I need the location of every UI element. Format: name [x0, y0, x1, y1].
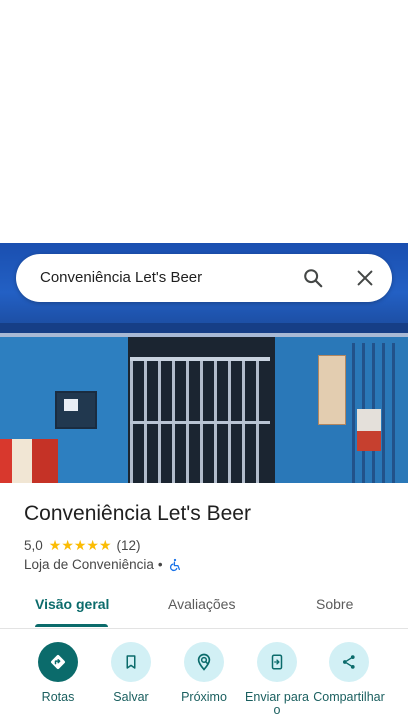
nearby-label: Próximo: [181, 690, 227, 704]
category-row: Loja de Conveniência •: [24, 557, 182, 572]
directions-icon: [51, 655, 65, 669]
nearby-circle: [184, 642, 224, 682]
directions-circle: [38, 642, 78, 682]
place-tabs: Visão geral Avaliações Sobre: [0, 586, 408, 629]
rating-stars: ★★★★★: [48, 537, 112, 553]
directions-button[interactable]: Rotas: [22, 642, 94, 704]
map-area[interactable]: [0, 0, 408, 243]
nearby-icon: [197, 653, 211, 671]
share-button[interactable]: Compartilhar: [313, 642, 385, 704]
close-icon[interactable]: [354, 267, 376, 289]
photo-gate-bar: [130, 357, 270, 361]
share-circle: [329, 642, 369, 682]
rating-row[interactable]: 5,0 ★★★★★ (12): [24, 537, 141, 554]
photo-poster-red: [357, 431, 381, 451]
tab-about[interactable]: Sobre: [316, 596, 353, 612]
photo-promo-sign: [0, 439, 12, 483]
place-title: Conveniência Let's Beer: [24, 502, 251, 525]
save-button[interactable]: Salvar: [95, 642, 167, 704]
place-category[interactable]: Loja de Conveniência: [24, 557, 154, 572]
share-icon: [343, 655, 355, 669]
search-input[interactable]: Conveniência Let's Beer: [40, 269, 202, 286]
send-to-phone-button[interactable]: Enviar para o: [241, 642, 313, 717]
active-tab-indicator: [35, 624, 108, 627]
search-bar[interactable]: Conveniência Let's Beer: [16, 254, 392, 302]
share-label: Compartilhar: [313, 690, 385, 704]
rating-value: 5,0: [24, 538, 43, 553]
nearby-button[interactable]: Próximo: [168, 642, 240, 704]
send-to-phone-icon: [271, 654, 283, 670]
tab-reviews[interactable]: Avaliações: [168, 596, 235, 612]
save-circle: [111, 642, 151, 682]
wheelchair-accessible-icon: [169, 558, 180, 571]
photo-gate: [130, 357, 270, 483]
send-to-phone-circle: [257, 642, 297, 682]
search-icon[interactable]: [302, 267, 324, 289]
review-count: (12): [116, 538, 141, 553]
photo-promo-sign: [32, 439, 58, 483]
photo-poster: [318, 355, 346, 425]
photo-promo-sign: [12, 439, 32, 483]
tab-overview[interactable]: Visão geral: [35, 596, 109, 612]
photo-window-paper: [64, 399, 78, 411]
send-to-phone-label: Enviar para o: [245, 690, 309, 717]
save-label: Salvar: [113, 690, 149, 704]
directions-label: Rotas: [41, 690, 75, 704]
category-separator: •: [157, 557, 163, 572]
photo-gate-bar-lower: [130, 421, 270, 424]
bookmark-icon: [126, 655, 136, 669]
